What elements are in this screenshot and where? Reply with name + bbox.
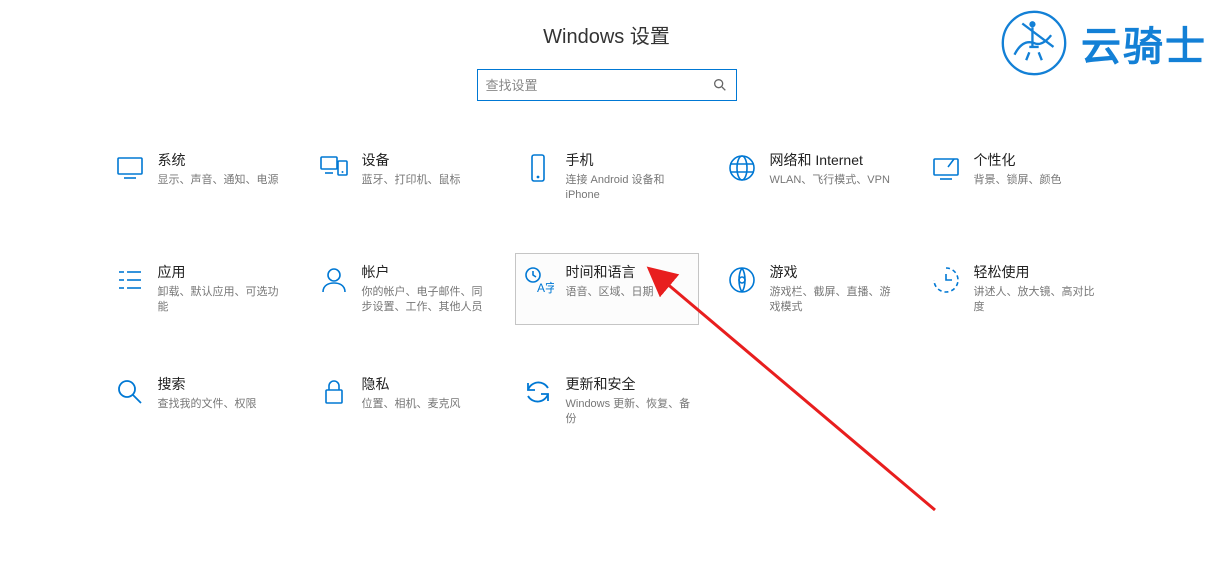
tile-title: 轻松使用 bbox=[974, 262, 1100, 282]
ease-icon bbox=[930, 264, 962, 296]
tile-gaming[interactable]: 游戏 游戏栏、截屏、直播、游戏模式 bbox=[719, 253, 903, 325]
phone-icon bbox=[522, 152, 554, 184]
tile-desc: Windows 更新、恢复、备份 bbox=[566, 397, 692, 428]
search-input[interactable] bbox=[486, 78, 712, 93]
watermark-text: 云骑士 bbox=[1081, 14, 1207, 72]
tile-desc: 游戏栏、截屏、直播、游戏模式 bbox=[770, 285, 896, 316]
tile-update-security[interactable]: 更新和安全 Windows 更新、恢复、备份 bbox=[515, 365, 699, 437]
tile-desc: 卸载、默认应用、可选功能 bbox=[158, 285, 284, 316]
tile-title: 个性化 bbox=[974, 150, 1100, 170]
search-icon bbox=[712, 77, 728, 93]
watermark: 云骑士 bbox=[995, 4, 1207, 82]
tile-desc: 背景、锁屏、颜色 bbox=[974, 173, 1100, 188]
tile-desc: 连接 Android 设备和 iPhone bbox=[566, 173, 692, 204]
personalization-icon bbox=[930, 152, 962, 184]
svg-text:A字: A字 bbox=[537, 280, 554, 295]
tile-desc: WLAN、飞行模式、VPN bbox=[770, 173, 896, 188]
tile-title: 手机 bbox=[566, 150, 692, 170]
tile-search[interactable]: 搜索 查找我的文件、权限 bbox=[107, 365, 291, 437]
lock-icon bbox=[318, 376, 350, 408]
tile-network[interactable]: 网络和 Internet WLAN、飞行模式、VPN bbox=[719, 141, 903, 213]
tile-desc: 讲述人、放大镜、高对比度 bbox=[974, 285, 1100, 316]
tile-title: 更新和安全 bbox=[566, 374, 692, 394]
tile-title: 系统 bbox=[158, 150, 284, 170]
tile-system[interactable]: 系统 显示、声音、通知、电源 bbox=[107, 141, 291, 213]
tile-title: 设备 bbox=[362, 150, 488, 170]
tile-desc: 显示、声音、通知、电源 bbox=[158, 173, 284, 188]
tile-title: 搜索 bbox=[158, 374, 284, 394]
devices-icon bbox=[318, 152, 350, 184]
tile-devices[interactable]: 设备 蓝牙、打印机、鼠标 bbox=[311, 141, 495, 213]
tile-privacy[interactable]: 隐私 位置、相机、麦克风 bbox=[311, 365, 495, 437]
tile-title: 帐户 bbox=[362, 262, 488, 282]
tile-phone[interactable]: 手机 连接 Android 设备和 iPhone bbox=[515, 141, 699, 213]
tile-time-language[interactable]: A字 时间和语言 语音、区域、日期 bbox=[515, 253, 699, 325]
tile-desc: 位置、相机、麦克风 bbox=[362, 397, 488, 412]
gaming-icon bbox=[726, 264, 758, 296]
tile-desc: 蓝牙、打印机、鼠标 bbox=[362, 173, 488, 188]
tile-title: 网络和 Internet bbox=[770, 150, 896, 170]
tile-desc: 语音、区域、日期 bbox=[566, 285, 692, 300]
tile-title: 时间和语言 bbox=[566, 262, 692, 282]
tile-apps[interactable]: 应用 卸载、默认应用、可选功能 bbox=[107, 253, 291, 325]
time-language-icon: A字 bbox=[522, 264, 554, 296]
tile-title: 游戏 bbox=[770, 262, 896, 282]
tile-personalization[interactable]: 个性化 背景、锁屏、颜色 bbox=[923, 141, 1107, 213]
tile-ease-of-access[interactable]: 轻松使用 讲述人、放大镜、高对比度 bbox=[923, 253, 1107, 325]
tile-title: 应用 bbox=[158, 262, 284, 282]
system-icon bbox=[114, 152, 146, 184]
tile-desc: 你的帐户、电子邮件、同步设置、工作、其他人员 bbox=[362, 285, 488, 316]
person-icon bbox=[318, 264, 350, 296]
tile-desc: 查找我的文件、权限 bbox=[158, 397, 284, 412]
tile-accounts[interactable]: 帐户 你的帐户、电子邮件、同步设置、工作、其他人员 bbox=[311, 253, 495, 325]
tile-title: 隐私 bbox=[362, 374, 488, 394]
search-category-icon bbox=[114, 376, 146, 408]
update-icon bbox=[522, 376, 554, 408]
apps-icon bbox=[114, 264, 146, 296]
search-box[interactable] bbox=[477, 69, 737, 101]
globe-icon bbox=[726, 152, 758, 184]
